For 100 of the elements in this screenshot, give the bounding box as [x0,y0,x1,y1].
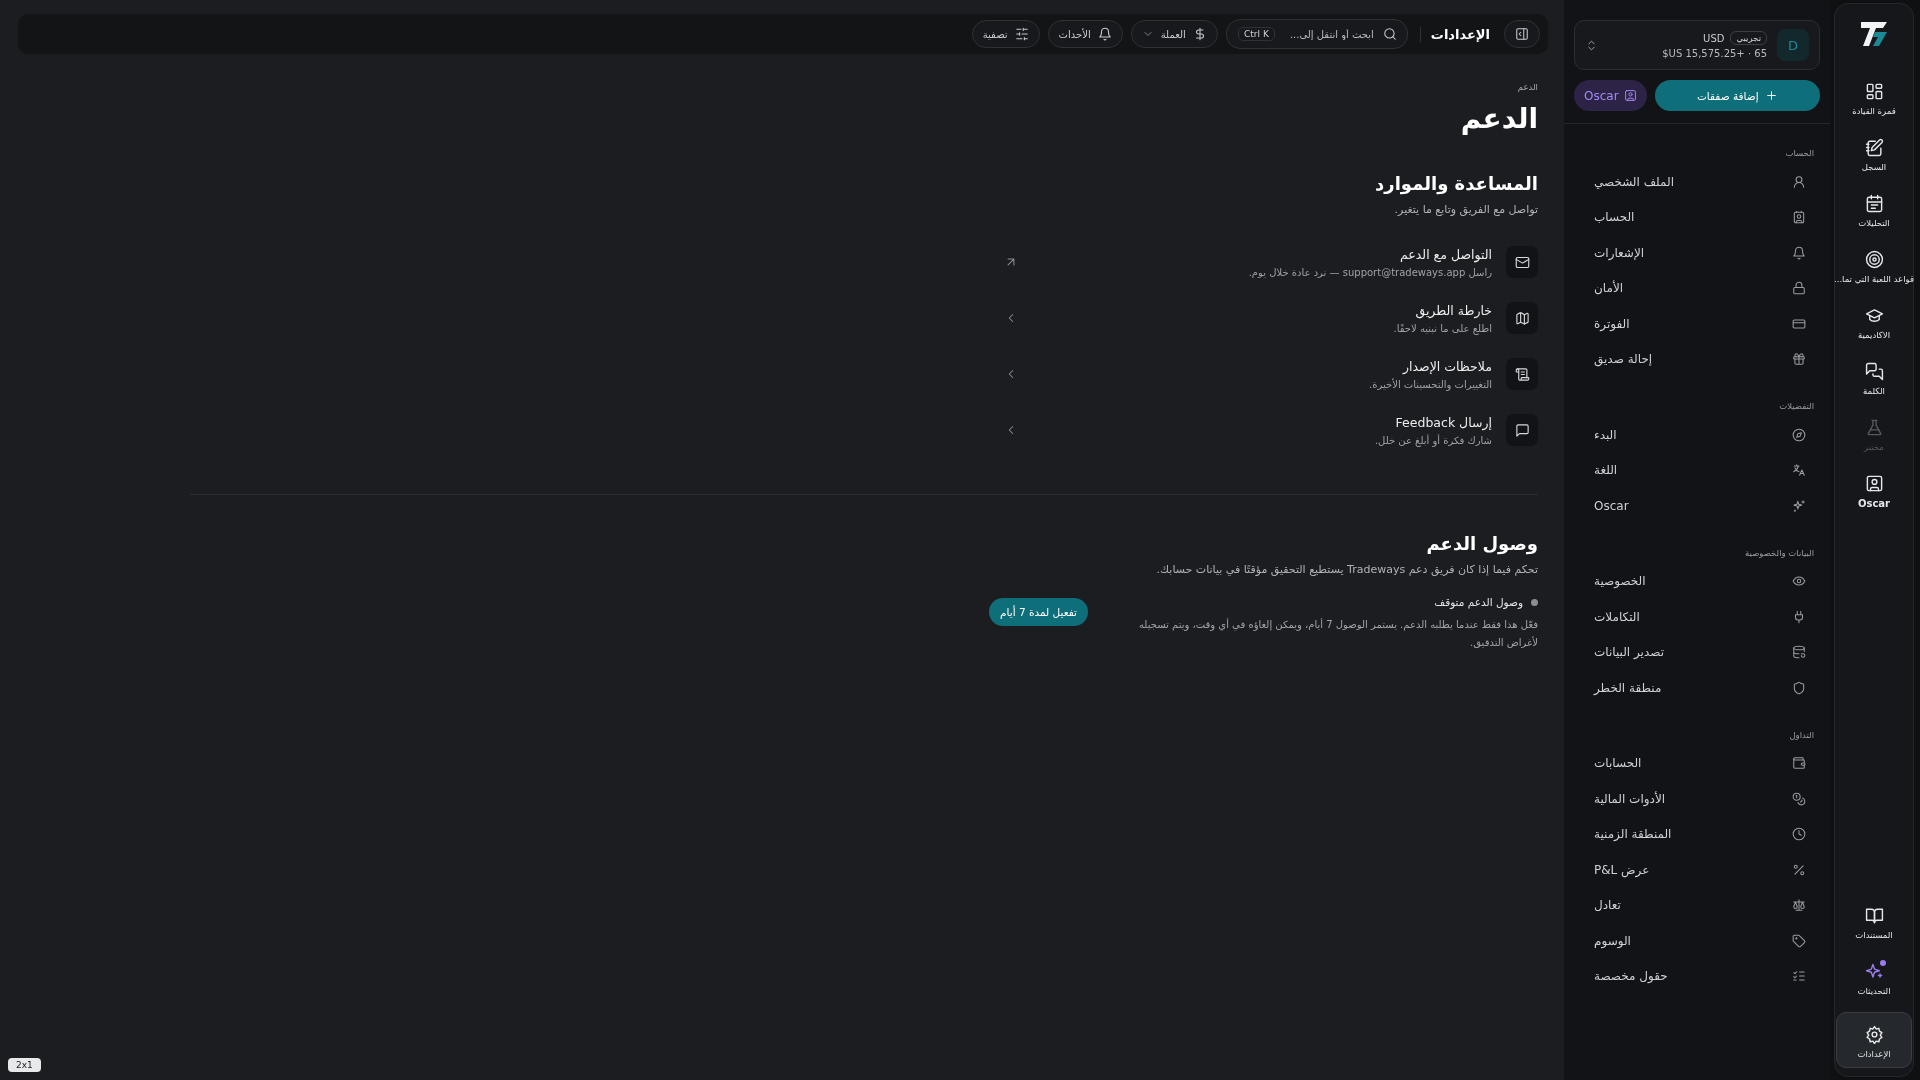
sidebar-item[interactable]: المنطقة الزمنية [1574,816,1820,852]
list-checks-icon [1792,969,1806,984]
resource-link[interactable]: التواصل مع الدعم راسل support@tradeways.app — نرد عادة خلال يوم. [998,244,1538,280]
link-title: خارطة الطريق [1414,302,1492,318]
calendar-icon [1864,194,1884,213]
rail-item[interactable]: الإعدادات [1836,1012,1912,1068]
panel-icon [1515,27,1529,41]
chat-icon [1864,362,1884,381]
rail-item[interactable]: السجل [1836,132,1912,178]
page-heading: الدعم [1459,102,1538,135]
access-description: فعّل هذا فقط عندما يطلبه الدعم. يستمر الوصول 7 أيام، ويمكن إلغاؤه في أي وقت، ويتم تسجيله لأغراض التدقيق. [1138,617,1538,650]
add-trades-button[interactable]: إضافة صفقات [1654,80,1820,111]
credit-card-icon [1792,316,1806,331]
section-title: المساعدة والموارد [1374,173,1538,194]
demo-badge: تجريبي [1730,31,1767,45]
tag-icon [1792,933,1806,948]
rail-item[interactable]: المستندات [1836,900,1912,946]
resource-link[interactable]: إرسال Feedback شارك فكرة أو أبلغ عن خلل. [998,412,1538,448]
sidebar-item[interactable]: الأمان [1574,270,1820,306]
sidebar-item[interactable]: حقول مخصصة [1574,958,1820,994]
link-title: إرسال Feedback [1394,414,1492,430]
section-heading: الحساب [1784,148,1814,158]
events-button[interactable]: الأحداث [1047,20,1123,48]
rail-item[interactable]: الكلمة [1836,356,1912,402]
sidebar-item[interactable]: تصدير البيانات [1574,634,1820,670]
link-description: شارك فكرة أو أبلغ عن خلل. [1373,434,1492,446]
sidebar-item[interactable]: الأدوات المالية [1574,781,1820,817]
currency-dropdown[interactable]: العملة [1130,20,1218,48]
user-icon [1792,174,1806,189]
breadcrumb: الدعم [1516,82,1538,92]
link-title: ملاحظات الإصدار [1401,358,1492,374]
sidebar-item[interactable]: إحالة صديق [1574,341,1820,377]
shield-icon [1792,680,1806,695]
resource-link[interactable]: خارطة الطريق اطلع على ما نبنيه لاحقًا. [998,300,1538,336]
id-card-icon [1792,210,1806,225]
wallet-icon [1792,756,1806,771]
section-subtitle: تحكم فيما إذا كان فريق دعم Tradeways يستطيع التحقيق مؤقتًا في بيانات حسابك. [1155,563,1538,576]
sidebar-item[interactable]: اللغة [1574,452,1820,488]
eye-icon [1792,574,1806,589]
oscar-button[interactable]: Oscar [1574,80,1647,111]
resource-link[interactable]: ملاحظات الإصدار التغييرات والتحسينات الأخيرة. [998,356,1538,392]
clock-icon [1792,827,1806,842]
sparkles-icon [1792,498,1806,513]
scroll-icon [1506,358,1538,390]
sidebar-item[interactable]: الفوترة [1574,306,1820,342]
bell-icon [1792,245,1806,260]
sidebar-item[interactable]: Oscar [1574,488,1820,524]
sliders-icon [1014,27,1029,41]
sidebar-toggle-button[interactable] [1504,20,1540,48]
coins-icon [1792,791,1806,806]
rail-item[interactable]: قمرة القيادة [1836,76,1912,122]
sidebar-item[interactable]: الوسوم [1574,923,1820,959]
shortcut-hint: Ctrl K [1238,27,1275,41]
sidebar-item[interactable]: الحساب [1574,199,1820,235]
bell-icon [1097,27,1112,41]
unread-dot [1880,960,1886,966]
section-title: وصول الدعم [1425,533,1538,554]
gift-icon [1792,352,1806,367]
map-icon [1506,302,1538,334]
rail-item[interactable]: التحديثات [1836,956,1912,1002]
page-title: الإعدادات [1419,26,1496,42]
message-icon [1506,414,1538,446]
chevrons-up-down-icon [1585,38,1598,52]
sidebar-item[interactable]: الملف الشخصي [1574,164,1820,200]
account-currency: USD [1703,32,1725,44]
rail-item[interactable]: التحليلات [1836,188,1912,234]
book-icon [1864,906,1884,925]
sidebar-item[interactable]: منطقة الخطر [1574,670,1820,706]
mail-icon [1506,246,1538,278]
section-heading: التداول [1788,729,1814,740]
account-balance: $US 15,575.25+ · 65 [1661,48,1767,59]
notebook-icon [1864,138,1884,157]
plus-icon [1764,89,1778,102]
dashboard-icon [1864,82,1884,101]
sparkle-icon [1864,962,1884,981]
account-avatar: D [1777,29,1809,61]
percent-icon [1792,862,1806,877]
rail-item[interactable]: Oscar [1836,468,1912,515]
sidebar-item[interactable]: الإشعارات [1574,235,1820,271]
corner-badge: 2x1 [8,1058,41,1072]
section-heading: التفضيلات [1778,401,1814,411]
graduation-cap-icon [1864,306,1884,325]
sidebar-item[interactable]: عرض P&L [1574,852,1820,888]
user-square-icon [1864,474,1884,493]
filter-button[interactable]: تصفية [971,20,1040,48]
plug-icon [1792,609,1806,624]
section-subtitle: تواصل مع الفريق وتابع ما يتغير. [1393,203,1538,216]
rail-item[interactable]: قواعد اللعبة التي تما... [1836,244,1912,290]
database-icon [1792,645,1806,660]
sidebar-item[interactable]: الخصوصية [1574,563,1820,599]
sidebar-item[interactable]: البدء [1574,417,1820,453]
sidebar-item[interactable]: التكاملات [1574,599,1820,635]
sidebar-item[interactable]: الحسابات [1574,745,1820,781]
target-icon [1864,250,1884,269]
enable-access-button[interactable]: تفعيل لمدة 7 أيام [989,598,1088,626]
access-status: وصول الدعم متوقف [1434,596,1523,608]
sidebar-item[interactable]: تعادل [1574,887,1820,923]
section-heading: البيانات والخصوصية [1744,547,1814,558]
rail-item[interactable]: الاكاديمية [1836,300,1912,346]
lock-icon [1792,281,1806,296]
